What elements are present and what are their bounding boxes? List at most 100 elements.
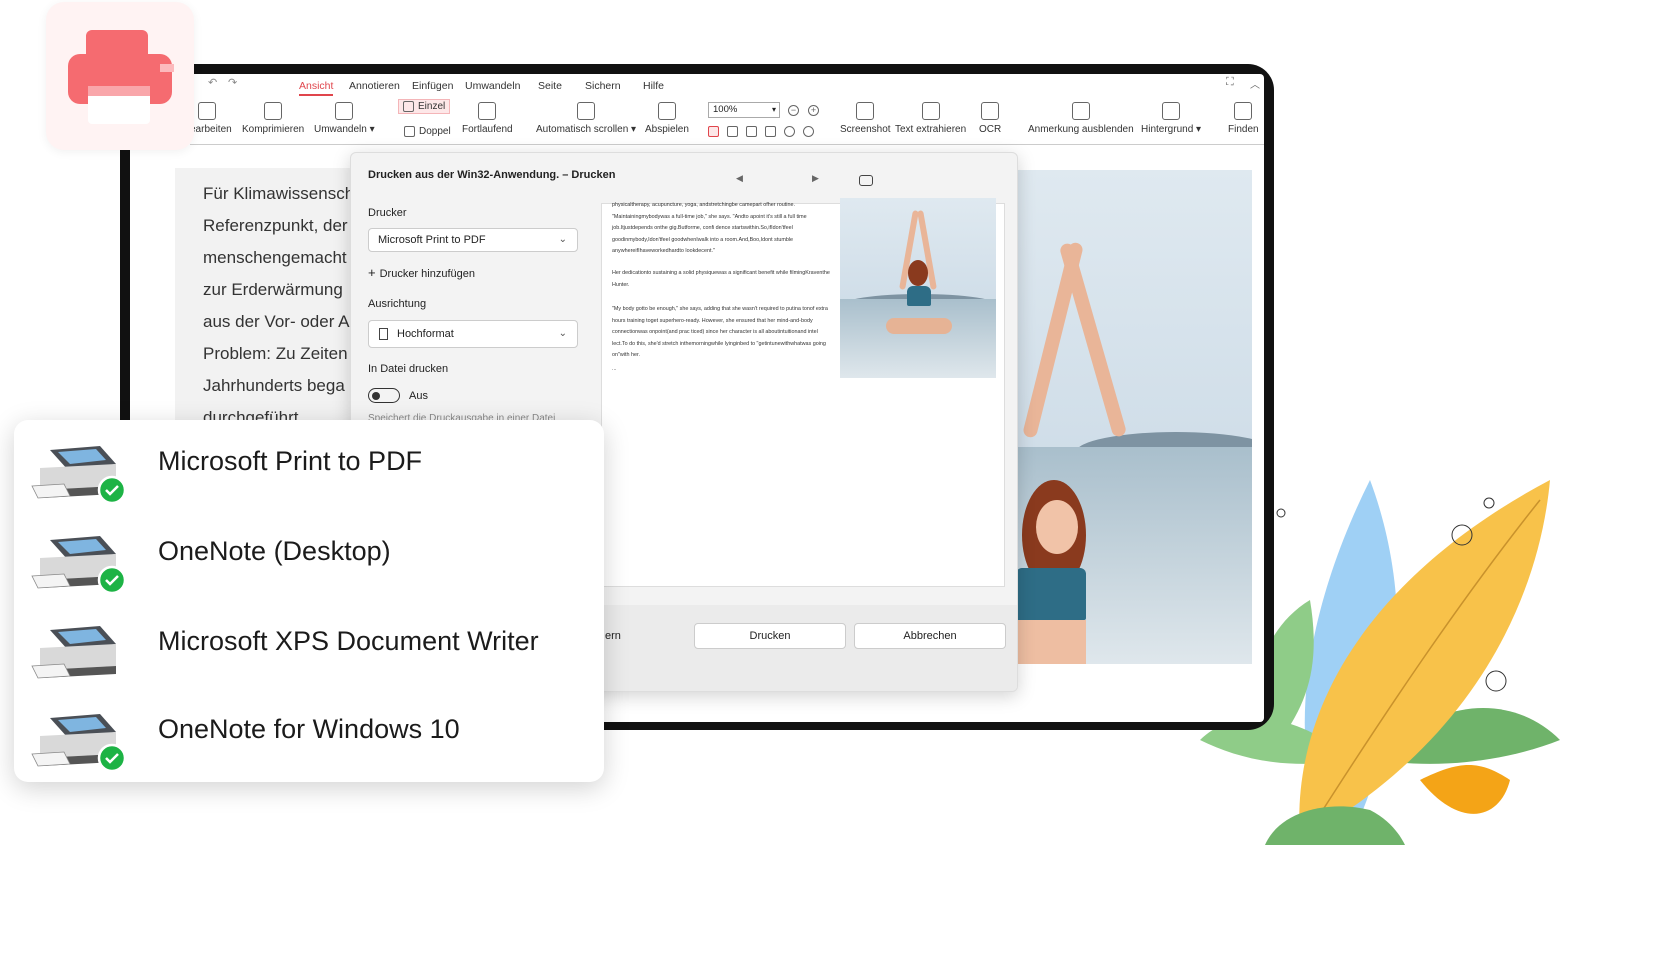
doc-line: menschengemacht (203, 248, 347, 267)
redo-icon[interactable]: ↷ (228, 76, 237, 89)
plus-icon: + (368, 265, 376, 280)
view-tools (708, 126, 814, 137)
fit-width-icon[interactable] (727, 126, 738, 137)
screenshot-button[interactable]: Screenshot (840, 102, 891, 135)
printer-icon (31, 446, 126, 502)
next-page-icon[interactable]: ▶ (812, 173, 819, 184)
edit-icon (198, 102, 216, 120)
actual-size-icon[interactable] (746, 126, 757, 137)
toolbar-divider (190, 144, 1264, 145)
tab-seite[interactable]: Seite (538, 80, 562, 92)
photo-waist (1016, 620, 1086, 664)
hide-annotation-button[interactable]: Anmerkung ausblenden (1028, 102, 1134, 135)
document-page: Für Klimawissensch Referenzpunkt, der me… (175, 168, 375, 438)
undo-icon[interactable]: ↶ (208, 76, 217, 89)
printer-name: OneNote (Desktop) (158, 536, 391, 566)
chevron-down-icon: ⌄ (558, 234, 567, 245)
photo-face (1036, 500, 1078, 554)
compress-button[interactable]: Komprimieren (242, 102, 304, 135)
rotate-right-icon[interactable] (784, 126, 795, 137)
tab-einfuegen[interactable]: Einfügen (412, 80, 453, 92)
photo-top (1016, 568, 1086, 620)
screenshot-label: Screenshot (840, 124, 891, 135)
orientation-select[interactable]: Hochformat ⌄ (368, 320, 578, 348)
double-page-button[interactable]: Doppel (404, 126, 451, 137)
fit-page-icon[interactable] (708, 126, 719, 137)
app-logo (46, 2, 194, 150)
ocr-label: OCR (979, 124, 1002, 135)
find-button[interactable]: Finden (1228, 102, 1259, 135)
printer-item[interactable]: Microsoft Print to PDF (14, 434, 604, 514)
printer-item[interactable]: OneNote (Desktop) (14, 524, 604, 604)
page-icon[interactable] (765, 126, 776, 137)
prev-page-icon[interactable]: ◀ (736, 173, 743, 184)
zoom-in-icon[interactable]: + (808, 105, 819, 116)
zoom-value: 100% (713, 104, 738, 115)
continuous-button[interactable]: Fortlaufend (462, 102, 513, 135)
printer-value: Microsoft Print to PDF (378, 234, 486, 246)
convert-icon (335, 102, 354, 120)
print-button[interactable]: Drucken (694, 623, 846, 649)
doc-line: Jahrhunderts bega (203, 376, 345, 395)
preview-paragraph: "My body gotto be enough," she says, add… (612, 306, 828, 358)
ocr-button[interactable]: OCR (979, 102, 1001, 135)
print-to-file-toggle[interactable] (368, 388, 400, 403)
orientation-label: Ausrichtung (368, 298, 427, 310)
preview-photo (840, 198, 996, 378)
print-preview: physicaltherapy, acupuncture, yoga, ands… (601, 198, 1005, 587)
tab-ansicht[interactable]: Ansicht (299, 80, 334, 96)
chevron-down-icon: ⌄ (558, 328, 567, 339)
document-photo (1016, 170, 1252, 664)
collapse-ribbon-icon[interactable]: ︿ (1250, 76, 1260, 91)
printer-icon (31, 536, 126, 592)
auto-scroll-label: Automatisch scrollen ▾ (536, 124, 637, 135)
fullscreen-icon[interactable]: ⛶ (1226, 76, 1234, 89)
tab-hilfe[interactable]: Hilfe (643, 80, 664, 92)
add-printer-label: Drucker hinzufügen (379, 268, 475, 280)
tab-annotieren[interactable]: Annotieren (349, 80, 400, 92)
preview-paragraph: physicaltherapy, acupuncture, yoga, ands… (612, 202, 807, 254)
printer-label: Drucker (368, 207, 407, 219)
edit-button[interactable]: earbeiten (190, 102, 232, 135)
printer-icon (31, 714, 126, 770)
single-page-button[interactable]: Einzel (398, 99, 451, 114)
toggle-state: Aus (409, 390, 428, 402)
printer-list: Microsoft Print to PDF OneNote (Desktop)… (14, 420, 604, 782)
printer-item[interactable]: OneNote for Windows 10 (14, 702, 604, 782)
rotate-left-icon[interactable] (803, 126, 814, 137)
dialog-title: Drucken aus der Win32-Anwendung. – Druck… (368, 169, 616, 181)
background-button[interactable]: Hintergrund ▾ (1141, 102, 1201, 135)
doc-line: Referenzpunkt, der (203, 216, 348, 235)
extract-text-label: Text extrahieren (895, 124, 967, 135)
doc-line: zur Erderwärmung (203, 280, 343, 299)
printer-select[interactable]: Microsoft Print to PDF ⌄ (368, 228, 578, 252)
tab-umwandeln[interactable]: Umwandeln (465, 80, 520, 92)
zoom-select[interactable]: 100% ▾ (708, 102, 780, 118)
extract-text-button[interactable]: Text extrahieren (895, 102, 966, 135)
play-icon (657, 102, 676, 120)
play-button[interactable]: Abspielen (645, 102, 689, 135)
auto-scroll-button[interactable]: Automatisch scrollen ▾ (536, 102, 636, 135)
printer-icon (68, 30, 174, 124)
double-page-label: Doppel (419, 126, 451, 137)
add-printer-link[interactable]: + Drucker hinzufügen (368, 265, 475, 280)
fit-preview-icon[interactable] (859, 175, 873, 186)
photo-legs (886, 318, 952, 334)
convert-button[interactable]: Umwandeln ▾ (314, 102, 375, 135)
printer-name: Microsoft XPS Document Writer (158, 626, 539, 656)
edit-label: earbeiten (190, 124, 232, 135)
double-page-icon (404, 126, 415, 137)
zoom-out-icon[interactable]: − (788, 105, 799, 116)
tab-sichern[interactable]: Sichern (585, 80, 621, 92)
footer-partial-text: ern (605, 630, 621, 642)
single-page-label: Einzel (418, 101, 446, 112)
cancel-button[interactable]: Abbrechen (854, 623, 1006, 649)
single-page-icon (403, 101, 414, 112)
doc-line: Problem: Zu Zeiten (203, 344, 348, 363)
printer-item[interactable]: Microsoft XPS Document Writer (14, 614, 604, 694)
background-icon (1162, 102, 1181, 120)
photo-top (907, 286, 931, 306)
orientation-value: Hochformat (397, 328, 454, 340)
photo-hair (908, 260, 928, 286)
continuous-icon (478, 102, 497, 120)
